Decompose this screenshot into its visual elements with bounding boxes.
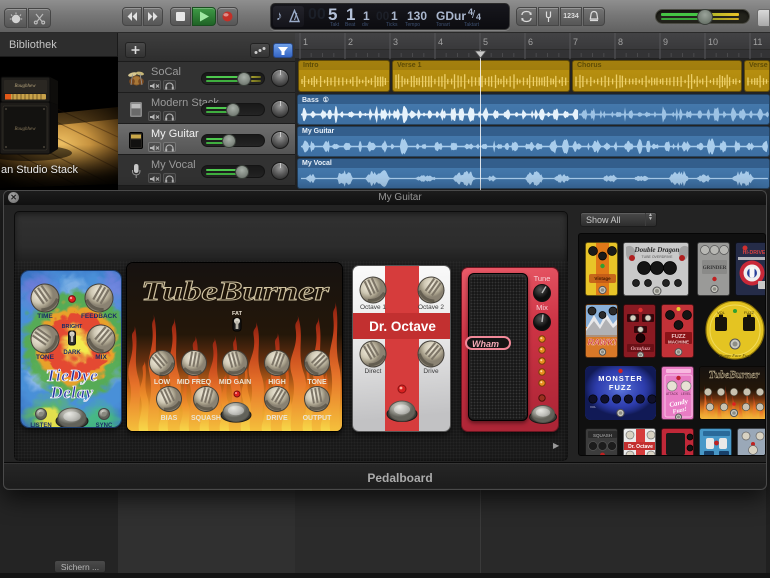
svg-text:LEVEL: LEVEL [681, 392, 691, 396]
svg-text:MID GAIN: MID GAIN [219, 379, 251, 386]
svg-text:Direct: Direct [365, 368, 382, 375]
svg-text:Vintage: Vintage [594, 276, 611, 281]
svg-text:HI-DRIVE: HI-DRIVE [743, 250, 766, 256]
svg-text:Roughhew: Roughhew [13, 84, 36, 89]
svg-text:VOL: VOL [590, 405, 596, 409]
svg-text:TUBE OVERDRIVE: TUBE OVERDRIVE [642, 255, 674, 259]
svg-text:FUZZ: FUZZ [609, 383, 632, 392]
svg-text:BRIGHT: BRIGHT [62, 324, 83, 330]
svg-text:Drive: Drive [423, 368, 439, 375]
svg-text:BIAS: BIAS [161, 415, 178, 422]
svg-text:MIX: MIX [95, 354, 107, 361]
svg-text:DARK: DARK [63, 350, 81, 356]
svg-text:HIGH: HIGH [268, 379, 286, 386]
svg-text:MACHINE: MACHINE [668, 340, 689, 345]
svg-text:Double Dragon: Double Dragon [634, 246, 680, 254]
svg-text:FUZZ: FUZZ [744, 310, 755, 315]
svg-text:SQUASH: SQUASH [191, 415, 221, 422]
svg-text:TONE: TONE [307, 379, 327, 386]
svg-text:LOW: LOW [154, 379, 171, 386]
svg-text:TONE: TONE [36, 354, 55, 361]
svg-text:TubeBurner: TubeBurner [709, 370, 760, 381]
svg-text:Happy Face Fuzz: Happy Face Fuzz [718, 353, 751, 358]
svg-text:Octafuzz: Octafuzz [631, 346, 652, 352]
svg-text:SYNC: SYNC [96, 423, 113, 428]
svg-text:TIME: TIME [37, 313, 53, 320]
svg-text:FEEDBACK: FEEDBACK [81, 313, 117, 320]
svg-text:Dr. Octave: Dr. Octave [628, 444, 653, 450]
svg-text:TubeBurner: TubeBurner [141, 276, 330, 306]
svg-text:Tune: Tune [534, 274, 551, 283]
svg-text:DRIVE: DRIVE [266, 415, 288, 422]
svg-text:MONSTER: MONSTER [598, 374, 643, 383]
svg-text:SQUASH: SQUASH [593, 433, 612, 438]
svg-text:FAT: FAT [232, 311, 243, 317]
svg-text:VOL: VOL [717, 310, 726, 315]
svg-text:Octave 1: Octave 1 [360, 304, 386, 311]
svg-text:Octave 2: Octave 2 [418, 304, 444, 311]
svg-text:Mix: Mix [536, 303, 548, 312]
svg-text:Dr. Octave: Dr. Octave [369, 319, 436, 334]
svg-text:GRINDER: GRINDER [703, 266, 727, 271]
svg-text:MID FREQ: MID FREQ [177, 379, 212, 386]
svg-text:RAWK!: RAWK! [588, 337, 617, 347]
svg-text:Delay: Delay [49, 383, 93, 402]
svg-text:Roughhew: Roughhew [13, 127, 36, 132]
svg-text:LISTEN: LISTEN [30, 423, 51, 428]
svg-text:ATTACK: ATTACK [666, 392, 679, 396]
svg-text:OUTPUT: OUTPUT [303, 415, 333, 422]
